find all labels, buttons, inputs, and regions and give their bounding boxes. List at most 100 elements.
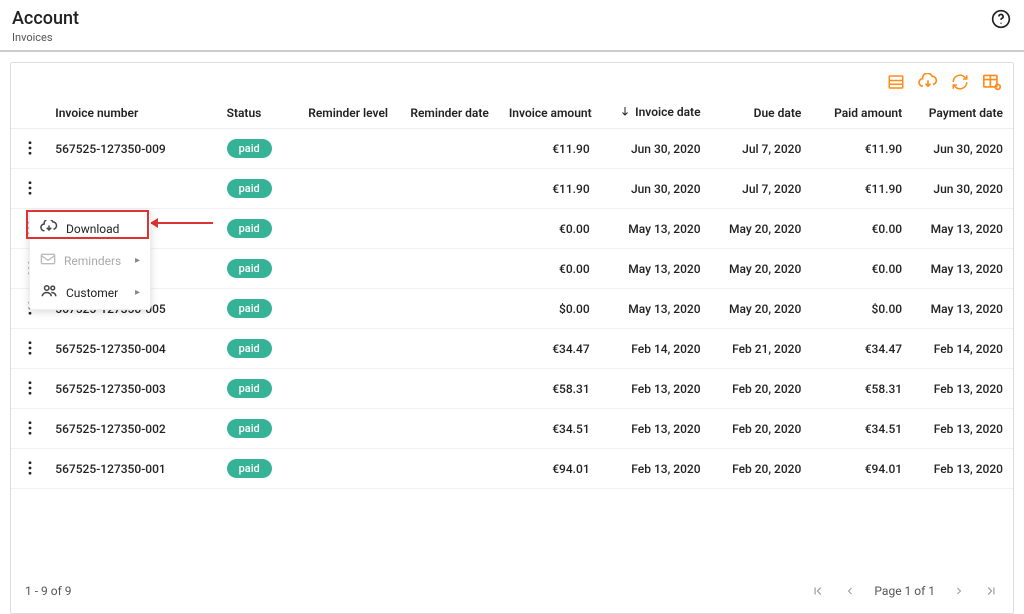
col-header-payment-date[interactable]: Payment date	[912, 97, 1013, 129]
cell-reminder-date	[398, 129, 499, 169]
table-row: 06paid€0.00May 13, 2020May 20, 2020€0.00…	[11, 249, 1013, 289]
table-row: 567525-127350-003paid€58.31Feb 13, 2020F…	[11, 369, 1013, 409]
sort-desc-icon	[619, 105, 631, 120]
cell-invoice-number: 567525-127350-002	[45, 409, 216, 449]
cell-invoice-date: May 13, 2020	[600, 209, 711, 249]
cell-invoice-amount: €94.01	[499, 449, 600, 489]
cell-due-date: Feb 21, 2020	[711, 329, 812, 369]
cell-invoice-amount: €34.51	[499, 409, 600, 449]
people-icon	[40, 284, 58, 301]
cell-paid-amount: €11.90	[811, 169, 912, 209]
cell-invoice-number: 567525-127350-009	[45, 129, 216, 169]
col-header-status[interactable]: Status	[217, 97, 298, 129]
cell-invoice-amount: €34.47	[499, 329, 600, 369]
cell-invoice-amount: €11.90	[499, 129, 600, 169]
ctx-item-customer[interactable]: Customer ▸	[30, 276, 150, 309]
cell-due-date: May 20, 2020	[711, 209, 812, 249]
cell-invoice-date: Feb 13, 2020	[600, 449, 711, 489]
pager-prev-icon[interactable]	[842, 583, 858, 599]
col-header-reminder-date[interactable]: Reminder date	[398, 97, 499, 129]
status-badge: paid	[227, 179, 272, 198]
status-badge: paid	[227, 339, 272, 358]
cell-reminder-date	[398, 369, 499, 409]
col-header-reminder-level[interactable]: Reminder level	[297, 97, 398, 129]
row-menu-icon[interactable]	[21, 139, 39, 157]
list-view-icon[interactable]	[885, 71, 907, 93]
cell-reminder-level	[297, 409, 398, 449]
cell-payment-date: Feb 14, 2020	[912, 329, 1013, 369]
invoices-table: Invoice number Status Reminder level Rem…	[11, 97, 1013, 489]
cell-status: paid	[217, 169, 298, 209]
cell-reminder-date	[398, 449, 499, 489]
cell-invoice-number: 567525-127350-001	[45, 449, 216, 489]
row-menu-icon[interactable]	[21, 179, 39, 197]
cell-reminder-level	[297, 289, 398, 329]
cell-paid-amount: €34.47	[811, 329, 912, 369]
cell-invoice-amount: $0.00	[499, 289, 600, 329]
cell-invoice-date: Feb 14, 2020	[600, 329, 711, 369]
cloud-download-icon[interactable]	[917, 71, 939, 93]
pager-last-icon[interactable]	[983, 583, 999, 599]
status-badge: paid	[227, 419, 272, 438]
cell-due-date: Jul 7, 2020	[711, 129, 812, 169]
cell-reminder-date	[398, 329, 499, 369]
cell-invoice-number: 567525-127350-003	[45, 369, 216, 409]
cell-due-date: May 20, 2020	[711, 289, 812, 329]
help-icon[interactable]	[990, 8, 1012, 30]
chevron-right-icon: ▸	[135, 287, 140, 298]
cell-reminder-level	[297, 449, 398, 489]
cell-payment-date: Feb 13, 2020	[912, 449, 1013, 489]
ctx-item-download[interactable]: Download	[30, 212, 150, 245]
cell-invoice-amount: €11.90	[499, 169, 600, 209]
cell-reminder-level	[297, 369, 398, 409]
page-title: Account	[12, 8, 79, 29]
cell-status: paid	[217, 129, 298, 169]
cell-invoice-date: Jun 30, 2020	[600, 169, 711, 209]
ctx-item-reminders[interactable]: Reminders ▸	[30, 245, 150, 276]
cell-payment-date: Jun 30, 2020	[912, 129, 1013, 169]
refresh-icon[interactable]	[949, 71, 971, 93]
cell-invoice-date: Jun 30, 2020	[600, 129, 711, 169]
pager-next-icon[interactable]	[951, 583, 967, 599]
cell-invoice-date: May 13, 2020	[600, 289, 711, 329]
status-badge: paid	[227, 219, 272, 238]
cell-invoice-amount: €58.31	[499, 369, 600, 409]
cell-status: paid	[217, 449, 298, 489]
table-row: 567525-127350-002paid€34.51Feb 13, 2020F…	[11, 409, 1013, 449]
table-row: 07paid€0.00May 13, 2020May 20, 2020€0.00…	[11, 209, 1013, 249]
cell-status: paid	[217, 409, 298, 449]
cell-payment-date: May 13, 2020	[912, 249, 1013, 289]
cell-paid-amount: $0.00	[811, 289, 912, 329]
cell-status: paid	[217, 249, 298, 289]
ctx-item-label: Download	[66, 222, 119, 236]
cell-invoice-date: Feb 13, 2020	[600, 409, 711, 449]
col-header-due-date[interactable]: Due date	[711, 97, 812, 129]
cell-invoice-amount: €0.00	[499, 249, 600, 289]
table-row: 567525-127350-004paid€34.47Feb 14, 2020F…	[11, 329, 1013, 369]
cell-paid-amount: €58.31	[811, 369, 912, 409]
column-settings-icon[interactable]	[981, 71, 1003, 93]
cell-paid-amount: €11.90	[811, 129, 912, 169]
col-header-invoice-date[interactable]: Invoice date	[600, 97, 711, 129]
mail-icon	[40, 253, 56, 268]
cell-due-date: Feb 20, 2020	[711, 369, 812, 409]
row-menu-icon[interactable]	[21, 379, 39, 397]
cell-status: paid	[217, 329, 298, 369]
col-header-paid-amount[interactable]: Paid amount	[811, 97, 912, 129]
cell-payment-date: May 13, 2020	[912, 289, 1013, 329]
row-menu-icon[interactable]	[21, 339, 39, 357]
col-header-invoice-number[interactable]: Invoice number	[45, 97, 216, 129]
cell-invoice-amount: €0.00	[499, 209, 600, 249]
status-badge: paid	[227, 139, 272, 158]
col-header-invoice-amount[interactable]: Invoice amount	[499, 97, 600, 129]
table-row: 567525-127350-005paid$0.00May 13, 2020Ma…	[11, 289, 1013, 329]
cell-payment-date: Jun 30, 2020	[912, 169, 1013, 209]
ctx-item-label: Customer	[66, 286, 118, 300]
chevron-right-icon: ▸	[135, 255, 140, 266]
row-menu-icon[interactable]	[21, 419, 39, 437]
cell-reminder-level	[297, 169, 398, 209]
cell-due-date: May 20, 2020	[711, 249, 812, 289]
cell-reminder-date	[398, 289, 499, 329]
row-menu-icon[interactable]	[21, 459, 39, 477]
pager-first-icon[interactable]	[810, 583, 826, 599]
